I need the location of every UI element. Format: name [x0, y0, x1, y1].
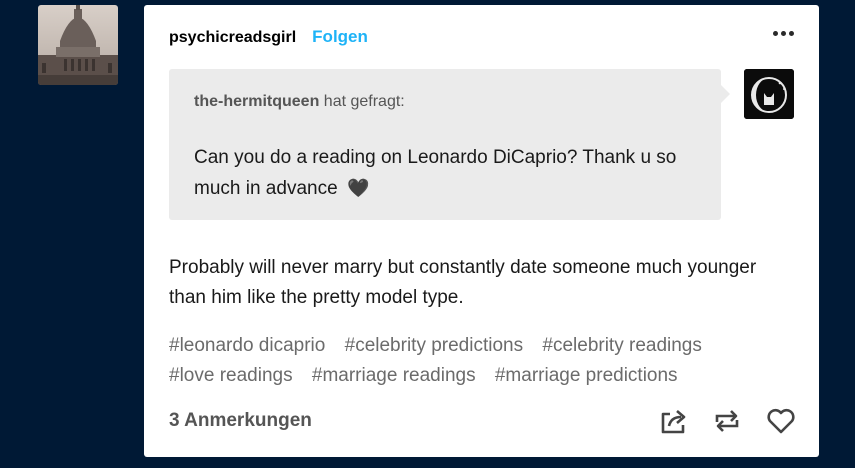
share-icon[interactable] — [657, 405, 689, 437]
more-options-icon[interactable] — [773, 31, 794, 36]
tag-link[interactable]: #leonardo dicaprio — [169, 335, 325, 356]
post-card: psychicreadsgirl Folgen the-hermitqueen … — [144, 5, 819, 457]
black-heart-emoji: 🖤 — [346, 178, 370, 198]
ask-box: the-hermitqueen hat gefragt: Can you do … — [169, 69, 730, 220]
asked-label: hat gefragt: — [323, 93, 405, 110]
post-header: psychicreadsgirl Folgen — [169, 27, 368, 47]
answer-text: Probably will never marry but constantly… — [169, 257, 757, 308]
question-text: Can you do a reading on Leonardo DiCapri… — [194, 147, 677, 199]
tag-link[interactable]: #marriage readings — [312, 365, 476, 386]
tag-link[interactable]: #marriage predictions — [495, 365, 678, 386]
tag-list: #leonardo dicaprio #celebrity prediction… — [169, 331, 789, 391]
asker-avatar[interactable] — [744, 69, 794, 119]
ask-question: Can you do a reading on Leonardo DiCapri… — [194, 143, 694, 204]
blog-avatar[interactable] — [38, 5, 118, 85]
tag-link[interactable]: #celebrity predictions — [345, 335, 523, 356]
reblog-icon[interactable] — [711, 405, 743, 437]
tag-link[interactable]: #celebrity readings — [542, 335, 701, 356]
notes-count[interactable]: 3 Anmerkungen — [169, 410, 312, 432]
post-username[interactable]: psychicreadsgirl — [169, 29, 296, 47]
asker-name[interactable]: the-hermitqueen — [194, 93, 319, 110]
asker-line: the-hermitqueen hat gefragt: — [194, 93, 405, 111]
post-actions — [657, 405, 797, 437]
follow-button[interactable]: Folgen — [312, 27, 368, 47]
heart-icon[interactable] — [765, 405, 797, 437]
tag-link[interactable]: #love readings — [169, 365, 293, 386]
